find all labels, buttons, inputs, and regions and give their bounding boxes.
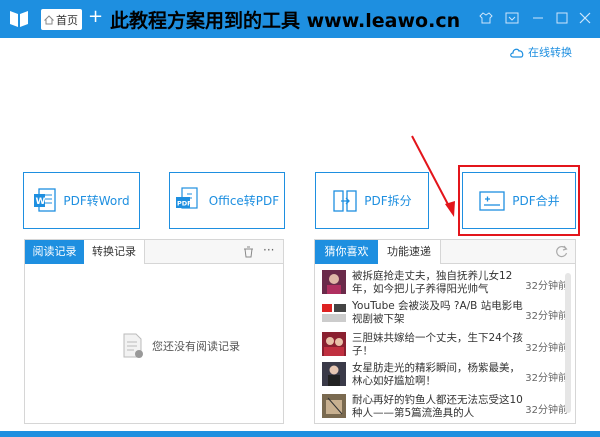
news-time: 32分钟前 bbox=[525, 373, 568, 384]
records-panel: 阅读记录 转换记录 ··· 您还没有阅读记录 bbox=[24, 239, 284, 424]
news-panel: 猜你喜欢 功能速递 被拆庭抢走丈夫，独自抚养儿女12年，如今把儿子养得阳光帅气 … bbox=[314, 239, 576, 424]
title-bar: 首页 + 此教程方案用到的工具 www.leawo.cn bbox=[0, 0, 600, 38]
empty-state: 您还没有阅读记录 bbox=[122, 333, 240, 359]
minimize-icon[interactable] bbox=[531, 11, 545, 25]
menu-icon[interactable] bbox=[505, 11, 519, 25]
news-title: 耐心再好的钓鱼人都还无法忘受这10种人——第5篇流渔具的人 bbox=[352, 394, 523, 419]
news-time: 32分钟前 bbox=[525, 405, 568, 416]
word-icon: W bbox=[34, 187, 57, 212]
tab-feature-express[interactable]: 功能速递 bbox=[378, 240, 441, 264]
empty-state-text: 您还没有阅读记录 bbox=[152, 340, 240, 353]
svg-text:PDF: PDF bbox=[177, 199, 192, 207]
close-icon[interactable] bbox=[578, 11, 592, 25]
news-title: 三胆妹共嫁给一个丈夫，生下24个孩子！ bbox=[352, 332, 523, 357]
highlight-box bbox=[458, 165, 580, 236]
refresh-icon[interactable] bbox=[555, 245, 568, 258]
news-item[interactable]: YouTube 会被淡及吗 ?A/B 站电影电视剧被下架 32分钟前 bbox=[322, 300, 568, 328]
online-convert-label: 在线转换 bbox=[528, 46, 572, 59]
news-time: 32分钟前 bbox=[525, 281, 568, 292]
svg-text:W: W bbox=[36, 197, 46, 207]
app-logo-icon bbox=[10, 11, 28, 27]
pdf-to-word-button[interactable]: W PDF转Word bbox=[23, 172, 140, 229]
office-to-pdf-button[interactable]: PDF Office转PDF bbox=[169, 172, 285, 229]
pdf-to-word-label: PDF转Word bbox=[63, 194, 130, 208]
news-item[interactable]: 三胆妹共嫁给一个丈夫，生下24个孩子！ 32分钟前 bbox=[322, 332, 568, 360]
news-thumbnail bbox=[322, 332, 346, 356]
records-tabs: 阅读记录 转换记录 ··· bbox=[25, 240, 283, 264]
online-convert-link[interactable]: 在线转换 bbox=[509, 44, 572, 60]
news-time: 32分钟前 bbox=[525, 343, 568, 354]
tab-convert-records[interactable]: 转换记录 bbox=[84, 240, 145, 264]
news-thumbnail bbox=[322, 270, 346, 294]
news-thumbnail bbox=[322, 300, 346, 324]
news-tabs: 猜你喜欢 功能速递 bbox=[315, 240, 575, 264]
news-time: 32分钟前 bbox=[525, 311, 568, 322]
tab-home[interactable]: 首页 bbox=[41, 9, 82, 30]
document-icon bbox=[123, 333, 143, 358]
news-thumbnail bbox=[322, 394, 346, 418]
news-title: 被拆庭抢走丈夫，独自抚养儿女12年，如今把儿子养得阳光帅气 bbox=[352, 270, 513, 295]
red-arrow-icon bbox=[411, 135, 455, 217]
tab-home-label: 首页 bbox=[56, 13, 78, 27]
maximize-icon[interactable] bbox=[555, 11, 569, 25]
pdf-file-icon: PDF bbox=[175, 186, 198, 209]
news-thumbnail bbox=[322, 362, 346, 386]
news-item[interactable]: 被拆庭抢走丈夫，独自抚养儿女12年，如今把儿子养得阳光帅气 32分钟前 bbox=[322, 270, 568, 298]
office-to-pdf-label: Office转PDF bbox=[208, 194, 280, 208]
trash-icon[interactable] bbox=[243, 246, 254, 258]
news-scrollbar[interactable] bbox=[565, 273, 571, 413]
news-title: 女星肪走光的精彩瞬间，杨紫最美，林心如好尴尬啊！ bbox=[352, 362, 520, 387]
news-item[interactable]: 女星肪走光的精彩瞬间，杨紫最美，林心如好尴尬啊！ 32分钟前 bbox=[322, 362, 568, 390]
split-icon bbox=[333, 189, 357, 212]
news-item[interactable]: 耐心再好的钓鱼人都还无法忘受这10种人——第5篇流渔具的人 32分钟前 bbox=[322, 394, 568, 422]
tab-guess-you-like[interactable]: 猜你喜欢 bbox=[315, 240, 378, 264]
news-title: YouTube 会被淡及吗 ?A/B 站电影电视剧被下架 bbox=[352, 300, 523, 325]
more-button[interactable]: ··· bbox=[263, 243, 274, 257]
bottom-bar bbox=[0, 431, 600, 437]
cloud-icon bbox=[510, 48, 524, 58]
home-icon bbox=[44, 14, 54, 24]
skin-icon[interactable] bbox=[479, 11, 493, 25]
tab-read-records[interactable]: 阅读记录 bbox=[25, 240, 84, 264]
watermark-text: 此教程方案用到的工具 www.leawo.cn bbox=[110, 10, 461, 32]
add-tab-button[interactable]: + bbox=[88, 5, 103, 29]
